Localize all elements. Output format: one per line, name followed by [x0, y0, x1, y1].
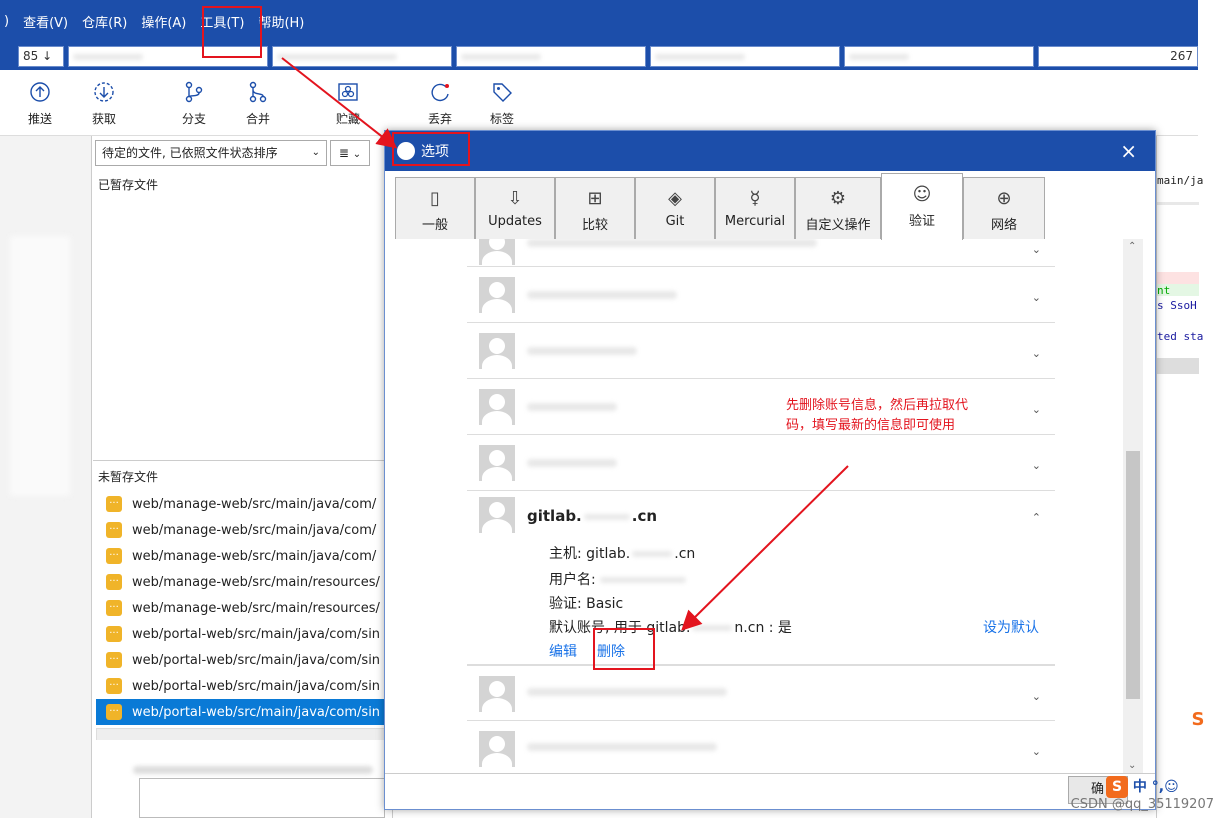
- watermark: CSDN @qq_35119207: [1070, 797, 1214, 812]
- arrow-to-delete: [681, 465, 849, 631]
- ime-logo-icon: S: [1106, 776, 1128, 798]
- ime-logo-icon[interactable]: S: [1184, 706, 1212, 734]
- annotation-arrows: [281, 57, 849, 631]
- arrow-to-dialog: [281, 57, 398, 149]
- ime-mode-icon: 中 °,☺: [1132, 779, 1179, 795]
